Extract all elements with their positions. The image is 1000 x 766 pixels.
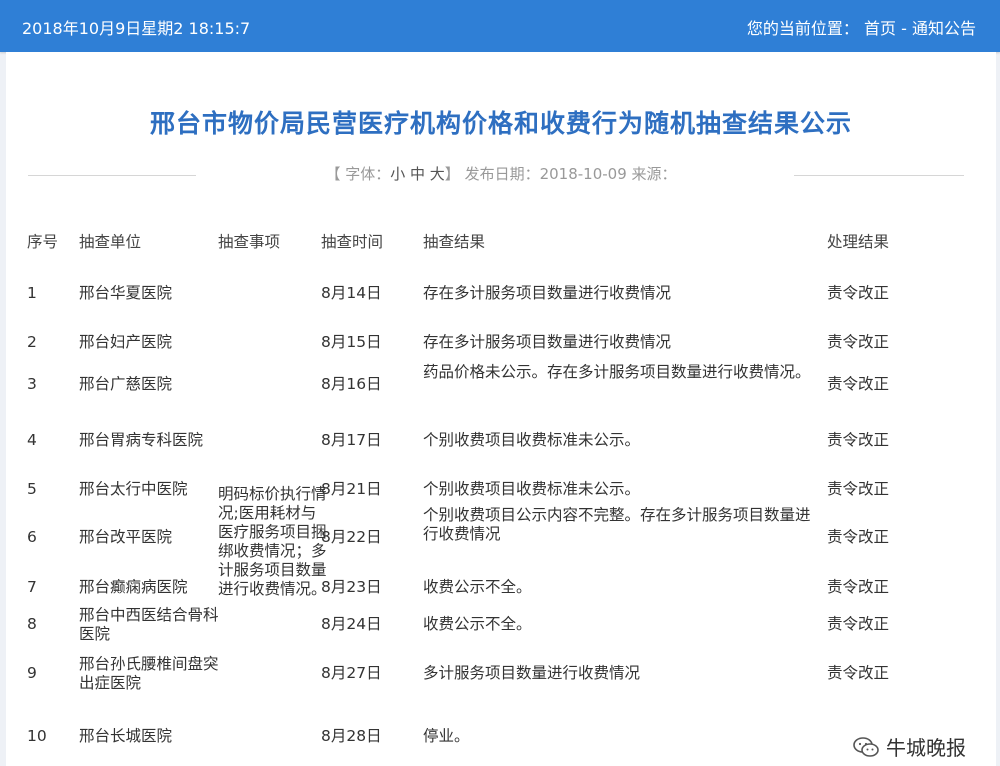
publish-date: 2018-10-09 — [539, 165, 627, 183]
article-content: 邢台市物价局民营医疗机构价格和收费行为随机抽查结果公示 【 字体：小 中 大】 … — [6, 52, 996, 766]
inspected-unit: 邢台太行中医院 — [79, 480, 188, 498]
watermark-text: 牛城晚报 — [886, 736, 966, 760]
inspected-unit: 邢台妇产医院 — [79, 333, 173, 351]
handling-result: 责令改正 — [827, 333, 890, 351]
inspection-date: 8月14日 — [321, 284, 382, 302]
row-number: 7 — [27, 578, 37, 596]
handling-result: 责令改正 — [827, 284, 890, 302]
inspection-result: 存在多计服务项目数量进行收费情况 — [423, 284, 672, 302]
handling-result: 责令改正 — [827, 578, 890, 596]
row-number: 3 — [27, 375, 37, 393]
current-datetime: 2018年10月9日星期2 18:15:7 — [22, 19, 251, 38]
row-number: 6 — [27, 528, 37, 546]
inspection-date: 8月17日 — [321, 431, 382, 449]
watermark: 牛城晚报 — [852, 732, 966, 761]
inspection-date: 8月21日 — [321, 480, 382, 498]
top-bar: 2018年10月9日星期2 18:15:7 您的当前位置： 首页 - 通知公告 — [0, 0, 1000, 52]
inspection-result: 停业。 — [423, 727, 470, 745]
location-label: 您的当前位置： — [746, 19, 859, 38]
inspection-result: 个别收费项目收费标准未公示。 — [423, 480, 641, 498]
inspected-unit: 邢台改平医院 — [79, 528, 173, 546]
row-number: 10 — [27, 727, 47, 745]
font-size-options[interactable]: 小 中 大 — [390, 165, 445, 183]
breadcrumb-section-link[interactable]: 通知公告 — [912, 19, 976, 38]
inspected-unit: 邢台广慈医院 — [79, 375, 173, 393]
inspection-result: 存在多计服务项目数量进行收费情况 — [423, 333, 672, 351]
breadcrumb: 您的当前位置： 首页 - 通知公告 — [747, 15, 976, 39]
row-number: 5 — [27, 480, 37, 498]
inspection-result: 收费公示不全。 — [423, 615, 532, 633]
handling-result: 责令改正 — [827, 480, 890, 498]
inspection-date: 8月27日 — [321, 664, 382, 682]
row-number: 1 — [27, 284, 37, 302]
wechat-icon — [853, 736, 879, 757]
column-header: 抽查时间 — [321, 233, 384, 251]
inspection-date: 8月16日 — [321, 375, 382, 393]
inspection-result: 多计服务项目数量进行收费情况 — [423, 664, 641, 682]
publish-label: 发布日期： — [464, 165, 540, 183]
inspection-date: 8月22日 — [321, 528, 382, 546]
inspection-date: 8月24日 — [321, 615, 382, 633]
font-size-prefix: 【 字体： — [325, 165, 391, 183]
handling-result: 责令改正 — [827, 664, 890, 682]
column-header: 抽查单位 — [79, 233, 142, 251]
merged-inspection-item: 明码标价执行情况;医用耗材与医疗服务项目捆绑收费情况；多计服务项目数量进行收费情… — [218, 485, 327, 598]
source-label: 来源： — [631, 165, 677, 183]
row-number: 9 — [27, 664, 37, 682]
row-number: 2 — [27, 333, 37, 351]
handling-result: 责令改正 — [827, 615, 890, 633]
inspected-unit: 邢台孙氏腰椎间盘突出症医院 — [79, 655, 219, 692]
inspection-result: 个别收费项目公示内容不完整。存在多计服务项目数量进行收费情况 — [423, 506, 811, 543]
inspection-date: 8月23日 — [321, 578, 382, 596]
inspected-unit: 邢台华夏医院 — [79, 284, 173, 302]
row-number: 8 — [27, 615, 37, 633]
article-meta: 【 字体：小 中 大】 发布日期：2018-10-09 来源： — [6, 163, 996, 184]
breadcrumb-separator: - — [901, 19, 912, 38]
column-header: 抽查结果 — [423, 233, 486, 251]
inspected-unit: 邢台癫痫病医院 — [79, 578, 188, 596]
handling-result: 责令改正 — [827, 528, 890, 546]
inspection-result: 药品价格未公示。存在多计服务项目数量进行收费情况。 — [423, 363, 811, 381]
inspected-unit: 邢台中西医结合骨科医院 — [79, 606, 219, 643]
handling-result: 责令改正 — [827, 431, 890, 449]
handling-result: 责令改正 — [827, 375, 890, 393]
inspection-date: 8月28日 — [321, 727, 382, 745]
inspection-date: 8月15日 — [321, 333, 382, 351]
inspected-unit: 邢台长城医院 — [79, 727, 173, 745]
article-title: 邢台市物价局民营医疗机构价格和收费行为随机抽查结果公示 — [149, 109, 852, 138]
font-size-suffix: 】 — [444, 165, 460, 183]
inspected-unit: 邢台胃病专科医院 — [79, 431, 204, 449]
column-header: 处理结果 — [827, 233, 890, 251]
row-number: 4 — [27, 431, 37, 449]
inspection-result: 个别收费项目收费标准未公示。 — [423, 431, 641, 449]
inspection-result: 收费公示不全。 — [423, 578, 532, 596]
column-header: 抽查事项 — [218, 233, 281, 251]
column-header: 序号 — [27, 233, 59, 251]
breadcrumb-home-link[interactable]: 首页 — [864, 19, 896, 38]
